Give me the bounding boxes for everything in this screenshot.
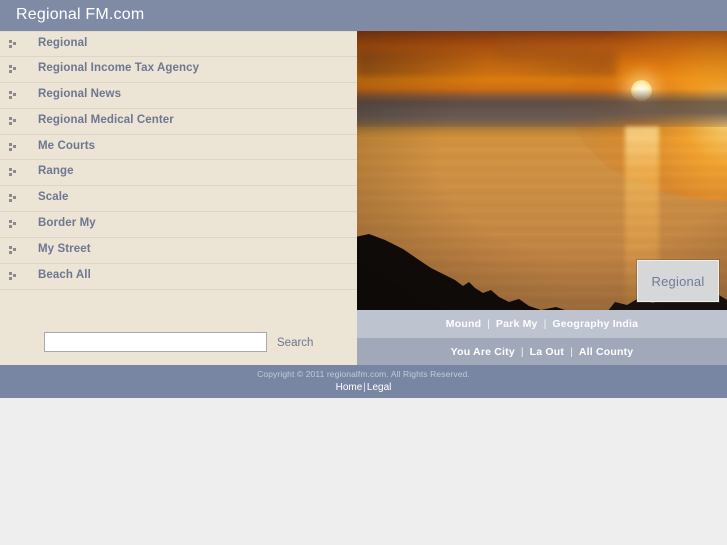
- site-title: Regional FM.com: [16, 6, 145, 23]
- list-bullet-icon: [9, 168, 16, 177]
- sidebar-list: Regional Regional Income Tax Agency Region…: [0, 31, 357, 290]
- secondary-navbar: You Are City | La Out | All County: [357, 338, 727, 365]
- list-bullet-icon: [9, 64, 16, 73]
- search-area: Search: [0, 317, 357, 365]
- nav-link-2[interactable]: All County: [573, 346, 640, 358]
- sidebar-item-2[interactable]: Regional News: [0, 83, 357, 109]
- list-bullet-icon: [9, 272, 16, 281]
- nav-link-0[interactable]: Mound: [440, 318, 487, 330]
- hero-badge[interactable]: Regional: [637, 260, 719, 302]
- sidebar-item-0[interactable]: Regional: [0, 31, 357, 57]
- sidebar-item-label: Me Courts: [38, 139, 96, 152]
- hero-badge-label: Regional: [651, 273, 705, 289]
- list-bullet-icon: [9, 90, 16, 99]
- list-bullet-icon: [9, 142, 16, 151]
- nav-separator: |: [543, 318, 547, 330]
- list-bullet-icon: [9, 194, 16, 203]
- secondary-navbar-links: You Are City | La Out | All County: [445, 346, 640, 358]
- sidebar-item-label: Range: [38, 165, 74, 178]
- sidebar-panel: Regional Regional Income Tax Agency Region…: [0, 31, 357, 365]
- nav-link-1[interactable]: Park My: [490, 318, 544, 330]
- footer-links: Home|Legal: [0, 382, 727, 393]
- site-header: Regional FM.com: [0, 0, 727, 31]
- footer-separator: |: [363, 382, 366, 393]
- nav-separator: |: [487, 318, 490, 330]
- sidebar-item-5[interactable]: Range: [0, 160, 357, 187]
- search-input[interactable]: [44, 332, 267, 352]
- nav-link-1[interactable]: La Out: [524, 346, 570, 358]
- sidebar-item-label: Beach All: [38, 269, 91, 282]
- primary-navbar: Mound | Park My | Geography India: [357, 310, 727, 338]
- sidebar-item-label: Regional Income Tax Agency: [38, 61, 200, 74]
- list-bullet-icon: [9, 116, 16, 125]
- list-bullet-icon: [9, 246, 16, 255]
- site-footer: Copyright © 2011 regionalfm.com. All Rig…: [0, 365, 727, 398]
- list-bullet-icon: [9, 220, 16, 229]
- sidebar-item-9[interactable]: Beach All: [0, 264, 357, 290]
- sidebar-item-8[interactable]: My Street: [0, 238, 357, 265]
- sidebar-item-label: My Street: [38, 243, 91, 256]
- footer-link-0[interactable]: Home: [336, 382, 363, 393]
- nav-link-0[interactable]: You Are City: [445, 346, 521, 358]
- nav-separator: |: [570, 345, 573, 358]
- content-panel: Regional Mound | Park My | Geography India Y…: [357, 31, 727, 365]
- sidebar-item-label: Border My: [38, 217, 96, 230]
- footer-link-1[interactable]: Legal: [367, 382, 391, 393]
- page-root: Regional FM.com Regional Regional Income …: [0, 0, 727, 545]
- nav-link-2[interactable]: Geography India: [546, 318, 644, 330]
- sidebar-item-3[interactable]: Regional Medical Center: [0, 109, 357, 135]
- hero-image: Regional: [357, 31, 727, 310]
- sidebar-item-4[interactable]: Me Courts: [0, 135, 357, 161]
- sidebar-item-label: Regional: [38, 37, 88, 49]
- sidebar-item-label: Scale: [38, 191, 69, 204]
- search-button[interactable]: Search: [277, 337, 313, 349]
- sidebar-item-label: Regional Medical Center: [38, 113, 174, 126]
- sidebar-item-1[interactable]: Regional Income Tax Agency: [0, 57, 357, 83]
- primary-navbar-links: Mound | Park My | Geography India: [440, 318, 644, 330]
- sidebar-item-6[interactable]: Scale: [0, 186, 357, 213]
- copyright-text: Copyright © 2011 regionalfm.com. All Rig…: [257, 369, 470, 379]
- sidebar-item-7[interactable]: Border My: [0, 212, 357, 239]
- sidebar-item-label: Regional News: [38, 87, 122, 100]
- nav-separator: |: [520, 345, 524, 358]
- list-bullet-icon: [9, 40, 16, 48]
